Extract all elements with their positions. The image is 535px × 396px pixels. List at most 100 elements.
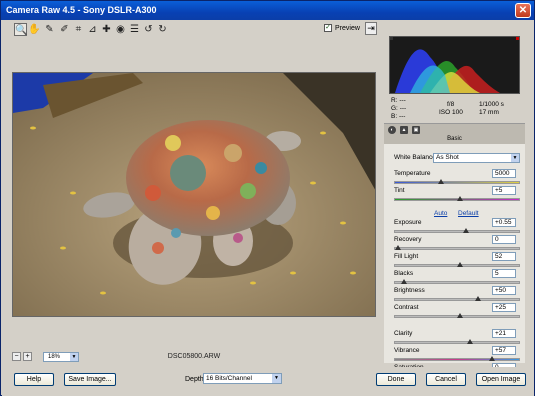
slider-thumb[interactable]	[457, 313, 464, 318]
r-label: R:	[391, 97, 398, 104]
status-bar: − + 18% ▼ DSC05800.ARW	[12, 351, 376, 363]
title-bar: Camera Raw 4.5 - Sony DSLR-A300 ✕	[1, 1, 534, 20]
slider-label: Brightness	[394, 287, 425, 294]
g-value: ---	[399, 105, 407, 112]
slider-value-field[interactable]: +5	[492, 186, 516, 195]
slider-track[interactable]	[394, 262, 520, 267]
window-title: Camera Raw 4.5 - Sony DSLR-A300	[6, 5, 157, 15]
slider-value-field[interactable]: +57	[492, 346, 516, 355]
straighten-tool-icon[interactable]: ⊿	[86, 23, 99, 36]
slider-row-clarity: Clarity +21	[394, 329, 520, 344]
white-balance-select[interactable]: As Shot ▼	[433, 153, 520, 163]
slider-value-field[interactable]: +21	[492, 329, 516, 338]
save-image-button[interactable]: Save Image...	[64, 373, 116, 386]
slider-thumb[interactable]	[463, 228, 470, 233]
panel-tabs: ◐ ▲ ▣	[384, 123, 525, 135]
slider-row-tint: Tint +5	[394, 186, 520, 201]
open-image-button[interactable]: Open Image	[476, 373, 526, 386]
b-label: B:	[391, 113, 398, 120]
histogram	[389, 36, 520, 94]
cancel-button[interactable]: Cancel	[426, 373, 466, 386]
slider-label: Fill Light	[394, 253, 419, 260]
preview-checkbox[interactable]: ✓	[324, 24, 332, 32]
slider-track[interactable]	[394, 313, 520, 318]
tone-curve-tab-icon[interactable]: ▲	[400, 126, 408, 134]
default-link[interactable]: Default	[458, 210, 479, 217]
rotate-cw-icon[interactable]: ↻	[156, 23, 169, 36]
slider-thumb[interactable]	[401, 279, 407, 284]
white-balance-value: As Shot	[436, 154, 459, 161]
slider-thumb[interactable]	[438, 179, 445, 184]
zoom-tool-icon[interactable]: 🔍	[14, 23, 27, 36]
slider-row-exposure: Exposure +0.55	[394, 218, 520, 233]
iso: ISO 100	[439, 109, 463, 116]
slider-track[interactable]	[394, 196, 520, 201]
aperture: f/8	[447, 101, 455, 108]
shutter-speed: 1/1000 s	[479, 101, 504, 108]
detail-tab-icon[interactable]: ▣	[412, 126, 420, 134]
basic-tab-icon[interactable]: ◐	[388, 126, 396, 134]
slider-thumb[interactable]	[475, 296, 482, 301]
retouch-tool-icon[interactable]: ✚	[100, 23, 113, 36]
slider-row-temperature: Temperature 5000	[394, 169, 520, 184]
slider-track[interactable]	[394, 339, 520, 344]
close-icon[interactable]: ✕	[515, 3, 531, 18]
slider-track[interactable]	[394, 228, 520, 233]
panel-title: Basic	[384, 135, 525, 144]
image-filename: DSC05800.ARW	[167, 353, 221, 360]
slider-track[interactable]	[394, 179, 520, 184]
slider-value-field[interactable]: 0	[492, 235, 516, 244]
slider-value-field[interactable]: +50	[492, 286, 516, 295]
slider-thumb[interactable]	[457, 196, 464, 201]
slider-row-vibrance: Vibrance +57	[394, 346, 520, 361]
turtle-photo	[13, 73, 375, 316]
slider-row-blacks: Blacks 5	[394, 269, 520, 284]
slider-value-field[interactable]: +25	[492, 303, 516, 312]
slider-label: Contrast	[394, 304, 419, 311]
slider-row-contrast: Contrast +25	[394, 303, 520, 318]
dialog-footer: Help Save Image... Depth: 16 Bits/Channe…	[2, 367, 534, 396]
camera-raw-window: Camera Raw 4.5 - Sony DSLR-A300 ✕ 🔍 ✋ ✎ …	[0, 0, 535, 396]
slider-thumb[interactable]	[467, 339, 473, 344]
slider-thumb[interactable]	[488, 356, 495, 361]
crop-tool-icon[interactable]: ⌗	[72, 23, 85, 36]
slider-value-field[interactable]: 5	[492, 269, 516, 278]
slider-thumb[interactable]	[395, 245, 401, 250]
slider-label: Exposure	[394, 219, 422, 226]
right-panel: R: --- G: --- B: --- f/8 1/1000 s ISO 10…	[384, 20, 525, 378]
slider-value-field[interactable]: 5000	[492, 169, 516, 178]
slider-track[interactable]	[394, 279, 520, 284]
hand-tool-icon[interactable]: ✋	[28, 23, 41, 36]
slider-row-recovery: Recovery 0	[394, 235, 520, 250]
b-value: ---	[398, 113, 406, 120]
color-sampler-tool-icon[interactable]: ✐	[58, 23, 71, 36]
slider-value-field[interactable]: 52	[492, 252, 516, 261]
slider-label: Tint	[394, 187, 405, 194]
slider-label: Blacks	[394, 270, 414, 277]
toggle-fullscreen-icon[interactable]: ⇥	[365, 22, 377, 35]
white-balance-tool-icon[interactable]: ✎	[43, 23, 56, 36]
help-button[interactable]: Help	[14, 373, 54, 386]
slider-label: Vibrance	[394, 347, 420, 354]
slider-row-fill-light: Fill Light 52	[394, 252, 520, 267]
depth-select[interactable]: 16 Bits/Channel ▼	[203, 373, 282, 384]
image-preview[interactable]	[12, 72, 376, 317]
red-eye-tool-icon[interactable]: ◉	[114, 23, 127, 36]
preview-toggle[interactable]: ✓ Preview	[324, 24, 360, 32]
depth-value: 16 Bits/Channel	[206, 375, 252, 382]
rotate-ccw-icon[interactable]: ↺	[142, 23, 155, 36]
auto-link[interactable]: Auto	[434, 210, 447, 217]
slider-value-field[interactable]: +0.55	[492, 218, 516, 227]
slider-track[interactable]	[394, 245, 520, 250]
slider-track[interactable]	[394, 296, 520, 301]
done-button[interactable]: Done	[376, 373, 416, 386]
slider-label: Temperature	[394, 170, 431, 177]
info-readout: R: --- G: --- B: --- f/8 1/1000 s ISO 10…	[389, 97, 520, 123]
preferences-icon[interactable]: ☰	[128, 23, 141, 36]
slider-track[interactable]	[394, 356, 520, 361]
basic-panel: White Balance: As Shot ▼ Auto Default Te…	[384, 144, 525, 378]
chevron-down-icon: ▼	[272, 374, 281, 383]
slider-thumb[interactable]	[457, 262, 464, 267]
chevron-down-icon: ▼	[511, 154, 519, 162]
slider-row-brightness: Brightness +50	[394, 286, 520, 301]
